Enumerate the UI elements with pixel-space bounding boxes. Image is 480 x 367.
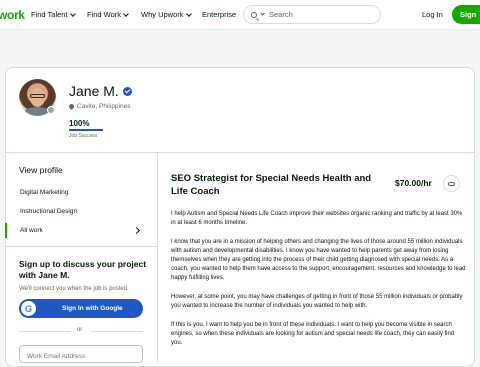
google-icon: G [21, 301, 36, 316]
avatar-glasses [30, 94, 45, 98]
divider [5, 246, 157, 247]
freelancer-name: Jane M. [69, 83, 132, 99]
job-success-label: Job Success [69, 133, 98, 139]
hourly-rate: $70.00/hr [395, 178, 432, 188]
nav-find-talent[interactable]: Find Talent [31, 10, 76, 19]
job-success-value: 100% [69, 119, 90, 128]
location: Cavite, Philippines [67, 102, 131, 111]
sidebar-item-all-work[interactable]: All work [5, 223, 43, 238]
freelancer-name-text: Jane M. [69, 83, 119, 99]
or-separator: or [19, 327, 143, 335]
divider [157, 152, 158, 362]
sidebar-item-digital-marketing[interactable]: Digital Marketing [20, 189, 68, 196]
job-success-bar [69, 129, 103, 131]
signup-button[interactable]: Sign [452, 5, 480, 24]
verified-badge-icon [122, 86, 132, 96]
location-pin-icon [67, 102, 76, 111]
description-paragraph: I know that you are in a mission of help… [171, 239, 466, 281]
chevron-down-icon [69, 10, 76, 17]
nav-find-work-label: Find Work [87, 10, 122, 19]
divider [19, 331, 71, 332]
search-input[interactable]: Search [243, 5, 381, 24]
description-paragraph: If this is you, I want to help you be in… [171, 322, 455, 346]
upwork-logo[interactable]: work [0, 8, 25, 22]
search-icon [251, 11, 257, 18]
link-icon [448, 181, 455, 186]
description-paragraph: However, at some point, you may have cha… [171, 294, 463, 309]
search-placeholder: Search [269, 10, 293, 19]
nav-enterprise-label: Enterprise [202, 10, 237, 19]
nav-why-upwork[interactable]: Why Upwork [141, 10, 192, 19]
google-signin-label: Sign In with Google [62, 305, 123, 312]
view-profile-heading: View profile [19, 165, 63, 175]
signup-cta-title: Sign up to discuss your project with Jan… [19, 259, 147, 280]
nav-find-talent-label: Find Talent [31, 10, 68, 19]
or-text: or [77, 327, 83, 333]
email-field[interactable] [19, 345, 143, 363]
nav-enterprise[interactable]: Enterprise [202, 10, 236, 19]
offline-status-dot [47, 106, 55, 114]
chevron-down-icon[interactable] [260, 11, 265, 16]
sidebar-item-instructional-design[interactable]: Instructional Design [20, 208, 77, 215]
chevron-down-icon [185, 10, 192, 17]
google-signin-button[interactable]: G Sign In with Google [19, 299, 143, 318]
location-text: Cavite, Philippines [77, 103, 131, 110]
login-link[interactable]: Log In [422, 10, 443, 19]
nav-why-upwork-label: Why Upwork [141, 10, 184, 19]
top-navbar: work Find Talent Find Work Why Upwork En… [0, 0, 480, 30]
divider [5, 152, 475, 153]
copy-link-button[interactable] [443, 175, 460, 192]
description-paragraph: I help Autism and Special Needs Life Coa… [171, 211, 463, 226]
nav-find-work[interactable]: Find Work [87, 10, 129, 19]
signup-cta-subtitle: We'll connect you when the job is posted… [19, 286, 129, 292]
chevron-down-icon [123, 10, 129, 17]
divider [91, 331, 143, 332]
project-title: SEO Strategist for Special Needs Health … [171, 173, 372, 197]
